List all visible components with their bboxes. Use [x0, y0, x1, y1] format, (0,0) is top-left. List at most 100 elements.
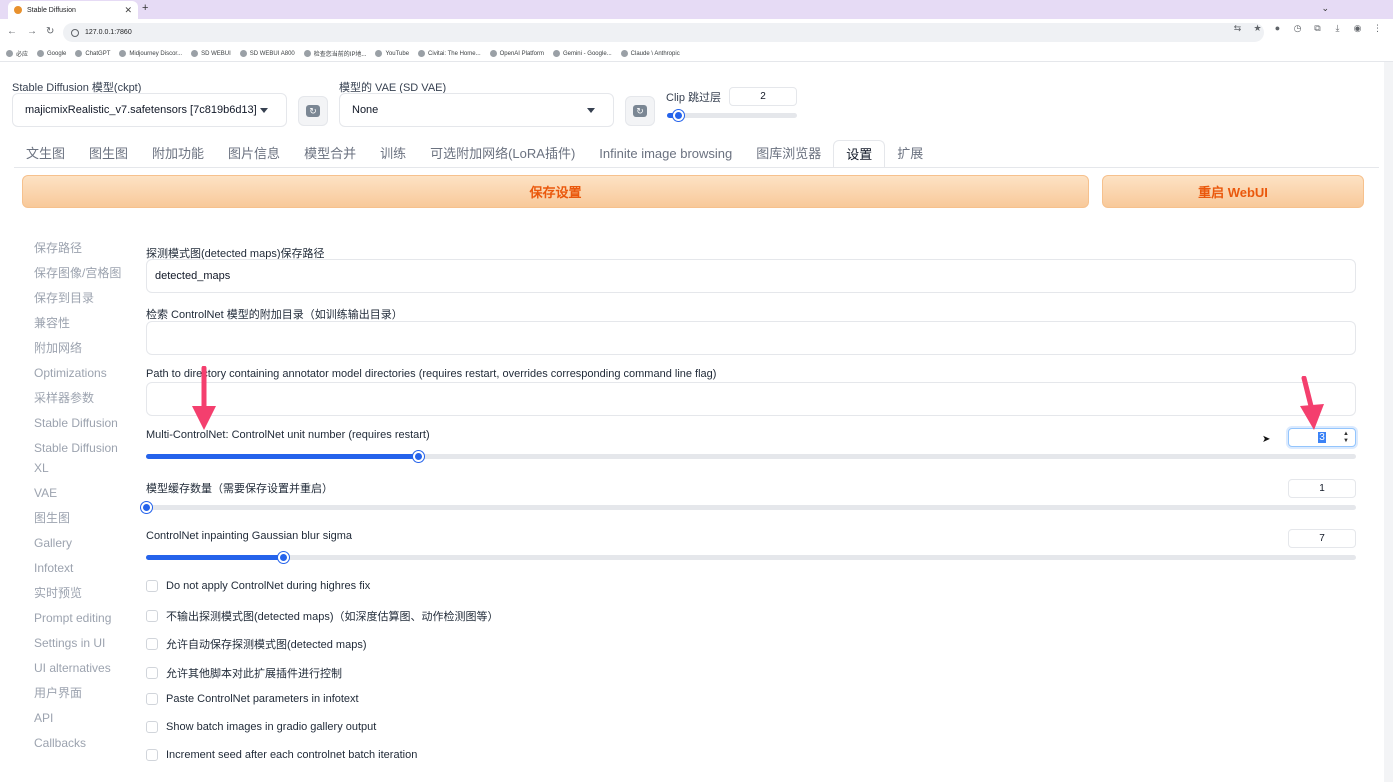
tab-0[interactable]: 文生图	[14, 140, 77, 168]
extension-icon[interactable]: ●	[1272, 23, 1283, 34]
annotator-path-input[interactable]	[146, 382, 1356, 416]
model-cache-number-input[interactable]: 1	[1288, 479, 1356, 498]
bookmark-item[interactable]: SD WEBUI A800	[239, 50, 295, 57]
translate-icon[interactable]: ⇆	[1232, 23, 1243, 34]
sidenav-item[interactable]: 实时预览	[34, 583, 134, 603]
star-icon[interactable]: ★	[1252, 23, 1263, 34]
tab-8[interactable]: 图库浏览器	[744, 140, 833, 168]
checkbox[interactable]	[146, 692, 158, 705]
tab-4[interactable]: 模型合并	[292, 140, 368, 168]
clip-number-input[interactable]: 2	[729, 87, 797, 106]
site-info-icon[interactable]	[71, 28, 79, 37]
sidenav-item[interactable]: Stable Diffusion XL	[34, 438, 134, 478]
sidenav-item[interactable]: 兼容性	[34, 313, 134, 333]
tab-10[interactable]: 扩展	[885, 140, 935, 168]
tab-9[interactable]: 设置	[833, 140, 886, 168]
sidenav-item[interactable]: 保存到目录	[34, 288, 134, 308]
sidenav-item[interactable]: 保存路径	[34, 238, 134, 258]
puzzle-icon[interactable]: ⧉	[1312, 23, 1323, 34]
checkbox[interactable]	[146, 610, 158, 623]
sidenav-item[interactable]: Prompt editing	[34, 608, 134, 628]
bookmark-item[interactable]: OpenAI Platform	[489, 50, 544, 57]
refresh-ckpt-button[interactable]: ↻	[298, 96, 328, 126]
extra-dir-input[interactable]	[146, 321, 1356, 355]
checkbox-row[interactable]: 允许其他脚本对此扩展插件进行控制	[146, 665, 342, 681]
checkbox[interactable]	[146, 749, 158, 762]
checkbox[interactable]	[146, 638, 158, 651]
sidenav-item[interactable]: 附加网络	[34, 338, 134, 358]
tab-5[interactable]: 训练	[368, 140, 418, 168]
save-settings-button[interactable]: 保存设置	[22, 175, 1089, 208]
sidenav-item[interactable]: 用户界面	[34, 683, 134, 703]
bookmark-item[interactable]: Claude \ Anthropic	[620, 50, 680, 57]
restart-webui-button[interactable]: 重启 WebUI	[1102, 175, 1364, 208]
bookmark-item[interactable]: YouTube	[375, 50, 409, 57]
bookmark-label: 检查您当前的IP地...	[313, 52, 367, 58]
clip-slider[interactable]	[667, 110, 797, 121]
checkbox[interactable]	[146, 721, 158, 733]
close-tab-icon[interactable]: ✕	[124, 5, 132, 16]
browser-tab[interactable]: Stable Diffusion ✕	[8, 1, 138, 19]
multi-controlnet-slider-handle[interactable]	[413, 451, 425, 462]
sidenav-item[interactable]: Settings in UI	[34, 633, 134, 653]
checkbox[interactable]	[146, 580, 158, 592]
blur-sigma-slider[interactable]	[146, 552, 1356, 563]
bookmark-favicon-icon	[489, 50, 497, 57]
model-cache-slider-handle[interactable]	[141, 502, 152, 513]
checkbox[interactable]	[146, 666, 158, 679]
bookmark-item[interactable]: 检查您当前的IP地...	[303, 49, 367, 58]
tab-2[interactable]: 附加功能	[140, 140, 216, 168]
checkbox-row[interactable]: 不输出探测模式图(detected maps)（如深度估算图、动作检测图等）	[146, 608, 498, 624]
bookmark-item[interactable]: Google	[37, 50, 66, 57]
tab-3[interactable]: 图片信息	[216, 140, 292, 168]
checkbox-row[interactable]: Increment seed after each controlnet bat…	[146, 749, 417, 762]
detected-maps-input[interactable]: detected_maps	[146, 259, 1356, 293]
forward-icon[interactable]: →	[27, 26, 37, 37]
menu-icon[interactable]: ⋮	[1372, 23, 1383, 34]
sidenav-item[interactable]: 图生图	[34, 508, 134, 528]
vae-dropdown[interactable]: None	[339, 93, 614, 127]
clip-slider-handle[interactable]	[672, 110, 684, 121]
bookmark-item[interactable]: Gemini - Google...	[552, 50, 612, 57]
chevron-down-icon[interactable]: ⌄	[1321, 3, 1329, 14]
back-icon[interactable]: ←	[7, 26, 17, 37]
download-icon[interactable]: ⤓	[1332, 23, 1343, 34]
profile-icon[interactable]: ◉	[1352, 23, 1363, 34]
checkbox-row[interactable]: Do not apply ControlNet during highres f…	[146, 580, 370, 592]
blur-sigma-slider-handle[interactable]	[277, 552, 289, 563]
spinner-arrows-icon[interactable]: ▲ ▼	[1343, 431, 1349, 445]
bookmark-label: 必应	[16, 52, 29, 58]
bookmark-item[interactable]: Civitai: The Home...	[418, 50, 481, 57]
new-tab-icon[interactable]: +	[142, 2, 148, 14]
bookmark-item[interactable]: Midjourney Discor...	[119, 50, 182, 57]
sidenav-item[interactable]: UI alternatives	[34, 658, 134, 678]
model-cache-slider[interactable]	[141, 502, 1356, 513]
sidenav-item[interactable]: VAE	[34, 483, 134, 503]
ckpt-dropdown[interactable]: majicmixRealistic_v7.safetensors [7c819b…	[12, 93, 287, 127]
bookmark-item[interactable]: SD WEBUI	[191, 50, 231, 57]
page-scrollbar[interactable]	[1384, 62, 1393, 782]
sidenav-item[interactable]: Callbacks	[34, 733, 134, 753]
tab-6[interactable]: 可选附加网络(LoRA插件)	[418, 140, 587, 168]
tab-1[interactable]: 图生图	[77, 140, 140, 168]
sidenav-item[interactable]: Stable Diffusion	[34, 413, 134, 433]
tab-7[interactable]: Infinite image browsing	[587, 140, 744, 168]
history-icon[interactable]: ◷	[1292, 23, 1303, 34]
url-input[interactable]: 127.0.0.1:7860	[63, 23, 1264, 42]
blur-sigma-number-input[interactable]: 7	[1288, 529, 1356, 548]
sidenav-item[interactable]: Optimizations	[34, 363, 134, 383]
bookmark-item[interactable]: 必应	[6, 49, 28, 58]
bookmark-item[interactable]: ChatGPT	[75, 50, 110, 57]
sidenav-item[interactable]: API	[34, 708, 134, 728]
checkbox-row[interactable]: 允许自动保存探测模式图(detected maps)	[146, 636, 366, 652]
checkbox-row[interactable]: Show batch images in gradio gallery outp…	[146, 721, 376, 733]
sidenav-item[interactable]: 保存图像/宫格图	[34, 263, 134, 283]
sidenav-item[interactable]: 采样器参数	[34, 388, 134, 408]
sidenav-item[interactable]: Gallery	[34, 533, 134, 553]
sidenav-item[interactable]: Infotext	[34, 558, 134, 578]
checkbox-row[interactable]: Paste ControlNet parameters in infotext	[146, 692, 359, 705]
multi-controlnet-slider[interactable]	[146, 451, 1356, 462]
reload-icon[interactable]: ↻	[46, 26, 54, 37]
refresh-vae-button[interactable]: ↻	[625, 96, 655, 126]
main-tabs: 文生图 图生图 附加功能 图片信息 模型合并 训练 可选附加网络(LoRA插件) Infini…	[14, 140, 935, 168]
